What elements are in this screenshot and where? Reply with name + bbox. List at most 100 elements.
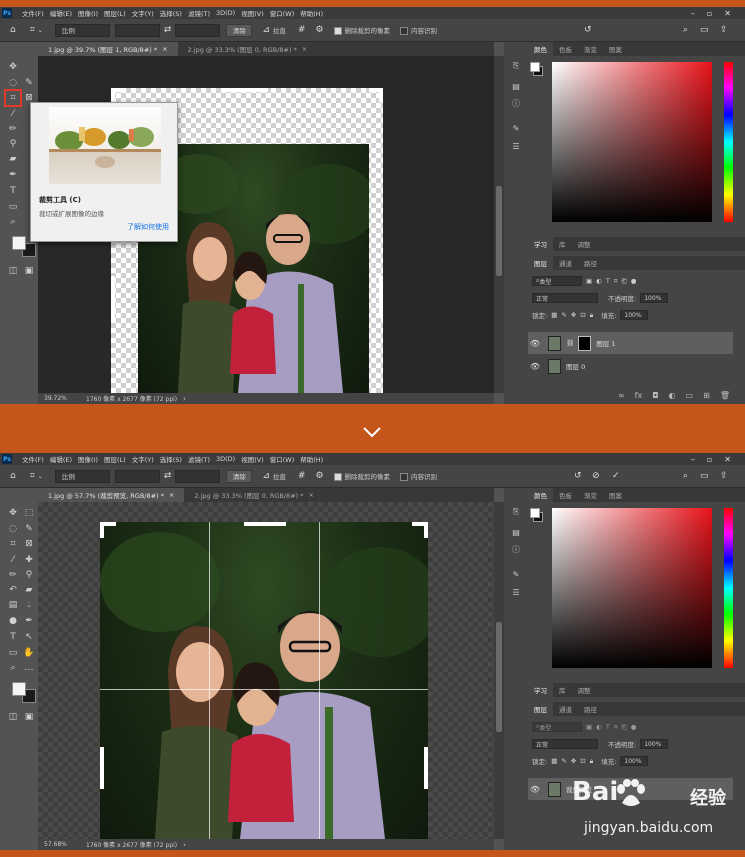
menu-file[interactable]: 文件(F) [22,454,44,464]
stamp-tool-icon[interactable]: ⚲ [6,137,20,151]
hue-slider[interactable] [724,508,733,668]
filter-type-icon[interactable]: T [606,277,610,285]
move-tool-icon[interactable]: ✥ [6,60,20,74]
tab-layers[interactable]: 图层 [528,256,553,270]
quick-mask-icon[interactable]: ◫ [6,264,20,278]
dodge-tool-icon[interactable]: ● [6,614,20,628]
doc-tab-1[interactable]: 1.jpg @ 39.7% (图层 1, RGB/8#) * × [38,42,178,56]
filter-adjustment-icon[interactable]: ◐ [596,277,602,285]
chevron-right-icon[interactable]: › [183,395,186,403]
chevron-down-icon[interactable]: ⌄ [38,473,43,480]
canvas-area[interactable] [38,502,494,839]
menu-view[interactable]: 视图(V) [241,8,264,18]
crop-tool-icon[interactable]: ⌗ [6,537,20,551]
lock-all-icon[interactable]: 🔒︎ [590,311,593,320]
tab-learn[interactable]: 学习 [528,683,553,697]
history-icon[interactable]: ⎘ [510,506,522,518]
menu-window[interactable]: 窗口(W) [270,8,295,18]
filter-smart-icon[interactable]: ⎗ [621,723,626,732]
eye-icon[interactable]: 👁︎ [528,785,542,794]
hue-slider[interactable] [724,62,733,222]
pen-tool-icon[interactable]: ✒ [6,168,20,182]
foreground-color-swatch[interactable] [530,62,540,72]
straighten-icon[interactable]: ⊿ [262,471,270,481]
tab-swatches[interactable]: 色板 [553,42,578,56]
content-aware-checkbox[interactable]: 内容识别 [400,25,437,35]
chain-icon[interactable]: ⛓ [566,339,574,347]
quick-select-tool-icon[interactable]: ✎ [22,76,36,90]
crop-handle-top-left[interactable] [111,88,115,102]
lock-transparency-icon[interactable]: ▦ [551,757,557,765]
height-input[interactable] [175,23,221,37]
home-icon[interactable]: ⌂ [10,25,16,35]
home-icon[interactable]: ⌂ [10,471,16,481]
stamp-tool-icon[interactable]: ⚲ [22,568,36,582]
reset-icon[interactable]: ↺ [584,25,592,35]
filter-smart-icon[interactable]: ⎗ [621,277,626,286]
menu-window[interactable]: 窗口(W) [270,454,295,464]
filter-pixel-icon[interactable]: ▣ [586,723,592,731]
frame-tool-icon[interactable]: ⊠ [22,537,36,551]
lasso-tool-icon[interactable]: ◌ [6,76,20,90]
restore-icon[interactable]: ▫ [707,455,712,464]
close-icon[interactable]: ✕ [724,455,731,464]
actions-icon[interactable]: ▤ [510,80,522,92]
gradient-tool-icon[interactable]: ▤ [6,598,20,612]
lock-artboard-icon[interactable]: ⊡ [580,757,585,765]
add-mask-icon[interactable]: ◘ [652,391,658,400]
history-brush-icon[interactable]: ↶ [6,583,20,597]
type-tool-icon[interactable]: T [6,184,20,198]
ratio-select[interactable]: 比例 [54,23,110,37]
cancel-icon[interactable]: ⊘ [592,471,600,481]
crop-handle-right[interactable] [424,747,428,789]
width-input[interactable] [114,469,160,483]
rectangle-tool-icon[interactable]: ▭ [6,646,20,660]
adjustment-layer-icon[interactable]: ◐ [669,391,676,400]
menu-image[interactable]: 图像(I) [78,454,98,464]
opacity-input[interactable]: 100% [640,739,669,749]
menu-help[interactable]: 帮助(H) [300,8,323,18]
eye-icon[interactable]: 👁︎ [528,362,542,371]
fx-icon[interactable]: fx [635,391,643,400]
reset-icon[interactable]: ↺ [574,471,582,481]
layer-kind-select[interactable]: ⌕ 类型 [532,276,582,286]
blend-mode-select[interactable]: 正常 [532,293,598,303]
menu-select[interactable]: 选择(S) [160,8,182,18]
tab-paths[interactable]: 路径 [578,702,603,716]
lasso-tool-icon[interactable]: ◌ [6,522,20,536]
opacity-input[interactable]: 100% [640,293,669,303]
doc-tab-1[interactable]: 1.jpg @ 57.7% (裁剪预览, RGB/8#) * × [38,488,185,502]
restore-icon[interactable]: ▫ [707,9,712,18]
menu-help[interactable]: 帮助(H) [300,454,323,464]
photoshop-logo-icon[interactable]: Ps [2,454,12,464]
crop-handle-right[interactable] [379,276,383,318]
doc-tab-2[interactable]: 2.jpg @ 33.3% (图层 0, RGB/8#) * × [184,488,324,502]
crop-handle-left[interactable] [100,747,104,789]
menu-type[interactable]: 文字(Y) [132,8,154,18]
tab-patterns[interactable]: 图案 [603,488,628,502]
menu-edit[interactable]: 编辑(E) [50,8,72,18]
brush-tool-icon[interactable]: ✏ [6,122,20,136]
hand-tool-icon[interactable]: ✋ [22,646,36,660]
eye-icon[interactable]: 👁︎ [528,339,542,348]
filter-adjustment-icon[interactable]: ◐ [596,723,602,731]
crop-tool-icon[interactable]: ⌗ [30,471,35,481]
share-icon[interactable]: ⇪ [720,471,728,481]
menu-layer[interactable]: 图层(L) [104,454,126,464]
layer-mask-thumbnail[interactable] [578,335,592,351]
grid-overlay-icon[interactable]: # [298,471,306,481]
fill-input[interactable]: 100% [620,310,649,320]
tab-gradients[interactable]: 渐变 [578,42,603,56]
adjustments-icon[interactable]: ☰ [510,140,522,152]
photoshop-logo-icon[interactable]: Ps [2,8,12,18]
lock-position-icon[interactable]: ✥ [571,311,576,319]
rectangle-tool-icon[interactable]: ▭ [6,200,20,214]
vertical-scrollbar[interactable] [494,502,504,839]
clear-button[interactable]: 清除 [226,23,253,37]
lock-position-icon[interactable]: ✥ [571,757,576,765]
lock-transparency-icon[interactable]: ▦ [551,311,557,319]
minimize-icon[interactable]: – [691,9,695,18]
ratio-select[interactable]: 比例 [54,469,110,483]
new-layer-icon[interactable]: ⊞ [703,391,710,400]
close-icon[interactable]: ✕ [724,9,731,18]
